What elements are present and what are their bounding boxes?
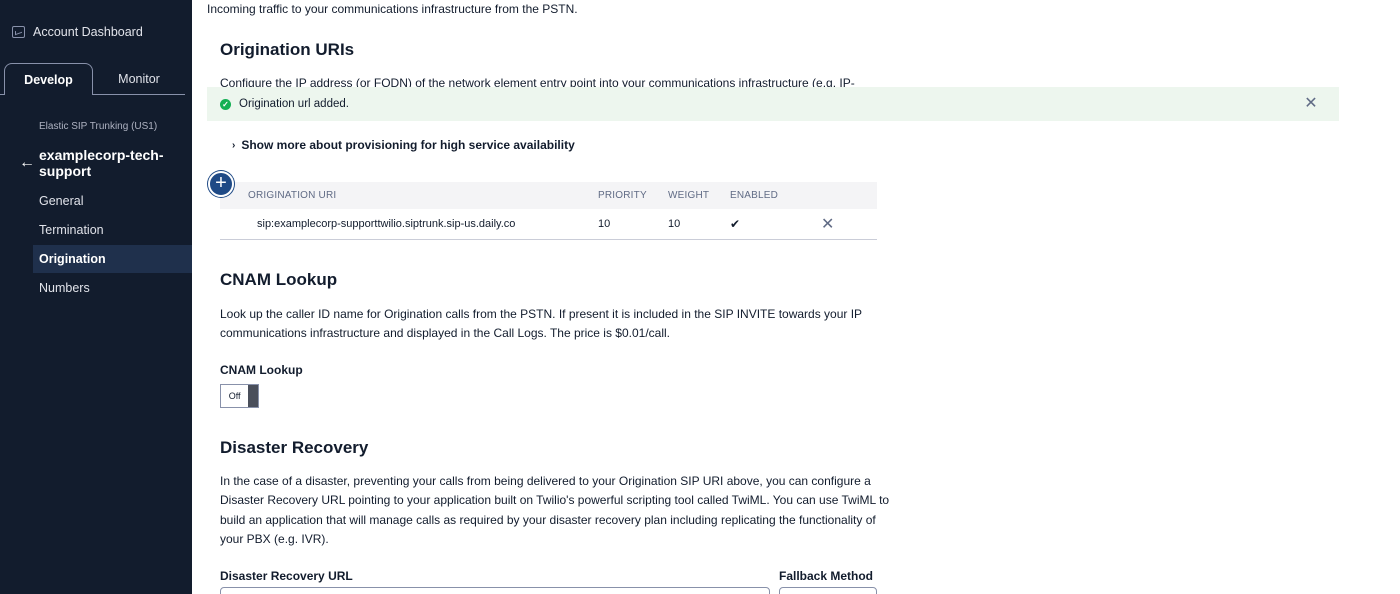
arrow-left-icon[interactable]: ← xyxy=(19,155,35,171)
header-uri: ORIGINATION URI xyxy=(248,190,337,201)
disaster-line-3: build an application that will manage ca… xyxy=(220,513,876,527)
disaster-line-2: Disaster Recovery URL pointing to your a… xyxy=(220,493,890,507)
close-icon[interactable]: ✕ xyxy=(1303,96,1319,112)
disaster-line-4: your PBX (e.g. IVR). xyxy=(220,532,329,546)
dashboard-icon xyxy=(12,26,25,38)
disaster-line-1: In the case of a disaster, preventing yo… xyxy=(220,474,871,488)
intro-text: Incoming traffic to your communications … xyxy=(207,2,578,16)
success-toast: ✓ Origination url added. ✕ xyxy=(207,87,1339,121)
close-icon[interactable]: ✕ xyxy=(821,214,834,234)
check-circle-icon: ✓ xyxy=(220,98,231,110)
toast-message: Origination url added. xyxy=(239,98,349,110)
toggle-state: Off xyxy=(228,391,241,401)
table-row: sip:examplecorp-supporttwilio.siptrunk.s… xyxy=(220,209,877,240)
cnam-line-1: Look up the caller ID name for Originati… xyxy=(220,307,863,321)
fallback-method-select[interactable] xyxy=(779,587,877,594)
tab-monitor[interactable]: Monitor xyxy=(93,63,185,95)
cnam-label: CNAM Lookup xyxy=(220,363,303,377)
header-weight: WEIGHT xyxy=(668,190,710,201)
header-enabled: ENABLED xyxy=(730,190,779,201)
sidebar-item-general[interactable]: General xyxy=(33,187,192,215)
sidebar-item-termination[interactable]: Termination xyxy=(33,216,192,244)
disaster-title: Disaster Recovery xyxy=(220,438,369,457)
row-priority: 10 xyxy=(598,218,611,230)
cnam-line-2: communications infrastructure and displa… xyxy=(220,326,671,340)
product-name: Elastic SIP Trunking (US1) xyxy=(39,121,158,132)
toggle-knob xyxy=(248,385,258,407)
sidebar: Account Dashboard Develop Monitor Elasti… xyxy=(0,0,192,594)
header-priority: PRIORITY xyxy=(598,190,647,201)
row-enabled: ✔ xyxy=(730,217,741,231)
tab-develop[interactable]: Develop xyxy=(4,63,93,95)
cnam-title: CNAM Lookup xyxy=(220,270,338,289)
account-dashboard-link[interactable]: Account Dashboard xyxy=(12,24,143,40)
table-header: ORIGINATION URI PRIORITY WEIGHT ENABLED xyxy=(220,182,877,209)
main-content: Incoming traffic to your communications … xyxy=(192,0,1400,594)
disaster-url-input[interactable] xyxy=(220,587,770,594)
cnam-toggle[interactable]: Off xyxy=(220,384,259,408)
row-weight: 10 xyxy=(668,218,681,230)
origination-table: ORIGINATION URI PRIORITY WEIGHT ENABLED … xyxy=(220,182,877,240)
sidebar-item-numbers[interactable]: Numbers xyxy=(33,274,192,302)
row-uri: sip:examplecorp-supporttwilio.siptrunk.s… xyxy=(257,218,516,230)
sidebar-item-origination[interactable]: Origination xyxy=(33,245,192,273)
show-more-toggle[interactable]: › Show more about provisioning for high … xyxy=(232,138,575,152)
show-more-label: Show more about provisioning for high se… xyxy=(241,138,575,152)
fallback-method-label: Fallback Method xyxy=(779,569,874,583)
plus-icon[interactable]: + xyxy=(208,171,234,197)
trunk-name: examplecorp-tech-support xyxy=(39,147,164,179)
sidebar-tabs: Develop Monitor xyxy=(0,63,185,96)
account-dashboard-label: Account Dashboard xyxy=(33,25,143,39)
disaster-url-label: Disaster Recovery URL xyxy=(220,569,353,583)
chevron-right-icon: › xyxy=(232,139,236,151)
origination-uris-title: Origination URIs xyxy=(220,40,355,59)
